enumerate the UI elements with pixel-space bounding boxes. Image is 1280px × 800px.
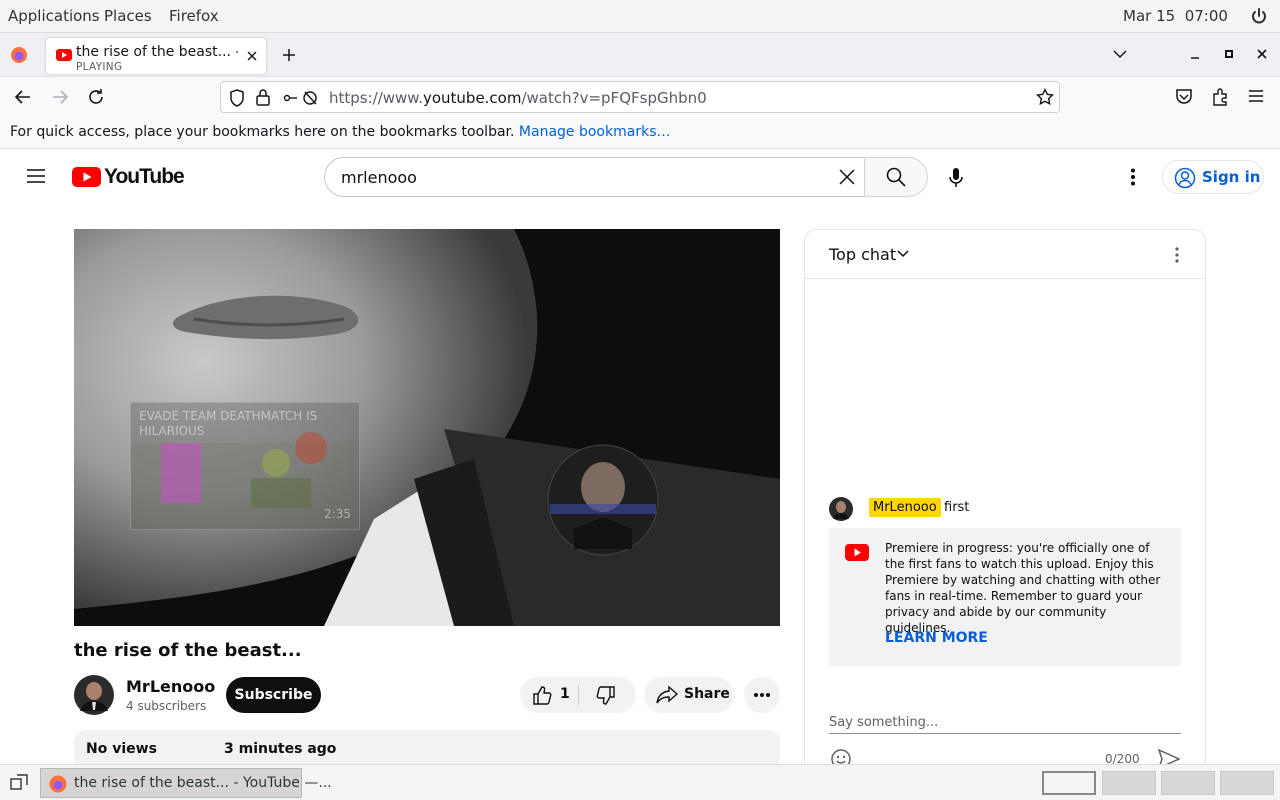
premiere-banner: Premiere in progress: you're officially … xyxy=(829,528,1181,666)
sign-in-button[interactable]: Sign in xyxy=(1162,160,1264,194)
lock-icon[interactable] xyxy=(256,88,270,106)
account-icon xyxy=(1174,167,1196,189)
more-horizontal-icon xyxy=(753,692,771,698)
forward-icon[interactable] xyxy=(51,88,69,106)
taskbar-window-title: the rise of the beast... - YouTube —... xyxy=(74,775,332,791)
list-tabs-chevron-icon[interactable] xyxy=(1112,48,1128,60)
channel-avatar[interactable] xyxy=(74,675,114,715)
permissions-icon[interactable] xyxy=(283,89,319,107)
tab-title: the rise of the beast... - YouTube xyxy=(76,44,238,60)
youtube-masthead: YouTube mrlenooo Sign in xyxy=(0,150,1280,206)
chat-more-icon[interactable] xyxy=(1175,247,1179,263)
like-dislike-group: 1 xyxy=(520,677,636,713)
firefox-icon xyxy=(49,775,67,793)
firefox-view-icon[interactable] xyxy=(10,46,28,64)
extensions-icon[interactable] xyxy=(1211,88,1229,106)
address-bar[interactable]: https://www.youtube.com/watch?v=pFQFspGh… xyxy=(220,81,1060,113)
endcard-title: EVADE TEAM DEATHMATCH IS HILARIOUS xyxy=(139,409,318,438)
manage-bookmarks-link[interactable]: Manage bookmarks… xyxy=(519,124,671,140)
bookmarks-toolbar: For quick access, place your bookmarks h… xyxy=(0,117,1280,149)
tab-close-icon[interactable] xyxy=(246,50,258,62)
endscreen-video-card[interactable]: EVADE TEAM DEATHMATCH IS HILARIOUS 2:35 xyxy=(130,402,360,530)
navigation-toolbar: https://www.youtube.com/watch?v=pFQFspGh… xyxy=(0,77,1280,117)
show-desktop-icon[interactable] xyxy=(10,774,28,792)
tab-strip: the rise of the beast... - YouTube PLAYI… xyxy=(0,33,1280,77)
like-count[interactable]: 1 xyxy=(560,686,570,702)
share-label: Share xyxy=(684,686,730,702)
bookmark-star-icon[interactable] xyxy=(1036,88,1054,106)
taskbar: the rise of the beast... - YouTube —... xyxy=(0,764,1280,800)
premiere-banner-text: Premiere in progress: you're officially … xyxy=(885,541,1161,635)
power-icon[interactable] xyxy=(1250,7,1268,25)
guide-menu-icon[interactable] xyxy=(26,168,46,184)
app-menu-icon[interactable] xyxy=(1248,89,1264,103)
places-menu[interactable]: Places xyxy=(104,7,152,25)
bookmarks-hint: For quick access, place your bookmarks h… xyxy=(10,124,671,140)
workspace-2[interactable] xyxy=(1102,771,1156,795)
chevron-down-icon[interactable] xyxy=(897,250,909,258)
endcard-duration: 2:35 xyxy=(324,507,351,521)
like-divider xyxy=(578,685,579,705)
new-tab-icon[interactable] xyxy=(281,47,297,63)
chat-author-badge[interactable]: MrLenooo xyxy=(869,498,941,517)
live-chat-panel: Top chat MrLenooo first Premiere in prog… xyxy=(804,229,1206,789)
upload-time: 3 minutes ago xyxy=(224,741,337,757)
shield-icon[interactable] xyxy=(229,89,245,107)
maximize-icon[interactable] xyxy=(1223,48,1235,60)
system-top-bar: Applications Places Firefox Mar 15 07:00 xyxy=(0,0,1280,33)
applications-menu[interactable]: Applications xyxy=(8,7,100,25)
close-window-icon[interactable] xyxy=(1256,48,1268,60)
chat-author-avatar[interactable] xyxy=(829,497,853,521)
reload-icon[interactable] xyxy=(87,88,105,106)
video-title: the rise of the beast... xyxy=(74,640,302,661)
share-button[interactable]: Share xyxy=(644,677,734,713)
subscriber-count: 4 subscribers xyxy=(126,699,207,713)
chat-header: Top chat xyxy=(805,230,1205,279)
settings-more-icon[interactable] xyxy=(1130,168,1136,186)
dislike-icon[interactable] xyxy=(596,686,616,706)
subscribe-button[interactable]: Subscribe xyxy=(226,677,321,713)
tab-youtube[interactable]: the rise of the beast... - YouTube PLAYI… xyxy=(46,38,266,74)
like-icon[interactable] xyxy=(532,685,552,705)
youtube-logo-text: YouTube xyxy=(104,165,185,188)
chat-input-underline xyxy=(829,733,1181,734)
top-chat-dropdown[interactable]: Top chat xyxy=(829,245,896,264)
workspace-3[interactable] xyxy=(1161,771,1215,795)
youtube-logo-icon xyxy=(72,167,101,187)
workspace-4[interactable] xyxy=(1220,771,1274,795)
search-input[interactable]: mrlenooo xyxy=(324,157,865,197)
search-button[interactable] xyxy=(864,157,928,197)
search-icon xyxy=(886,167,906,187)
firefox-menu[interactable]: Firefox xyxy=(169,7,219,25)
sign-in-label: Sign in xyxy=(1202,168,1261,186)
youtube-favicon-icon xyxy=(56,49,72,61)
clock[interactable]: Mar 15 07:00 xyxy=(1123,7,1228,25)
youtube-icon xyxy=(845,544,869,561)
share-icon xyxy=(656,685,678,705)
chat-input[interactable]: Say something... xyxy=(829,715,938,730)
workspace-1[interactable] xyxy=(1042,771,1096,795)
pocket-icon[interactable] xyxy=(1175,89,1193,105)
channel-name[interactable]: MrLenooo xyxy=(126,677,215,696)
more-actions-button[interactable] xyxy=(744,677,780,713)
search-query[interactable]: mrlenooo xyxy=(341,168,417,187)
microphone-icon[interactable] xyxy=(948,167,964,189)
taskbar-window-firefox[interactable]: the rise of the beast... - YouTube —... xyxy=(40,768,332,798)
clear-search-icon[interactable] xyxy=(839,169,855,185)
view-count: No views xyxy=(86,741,157,757)
url-text[interactable]: https://www.youtube.com/watch?v=pFQFspGh… xyxy=(329,89,707,107)
chat-message: MrLenooo first xyxy=(805,492,1205,526)
minimize-icon[interactable] xyxy=(1189,48,1201,60)
back-icon[interactable] xyxy=(14,88,32,106)
learn-more-link[interactable]: LEARN MORE xyxy=(885,630,988,646)
chat-message-text: first xyxy=(944,500,970,515)
tab-playing-status: PLAYING xyxy=(76,61,123,73)
